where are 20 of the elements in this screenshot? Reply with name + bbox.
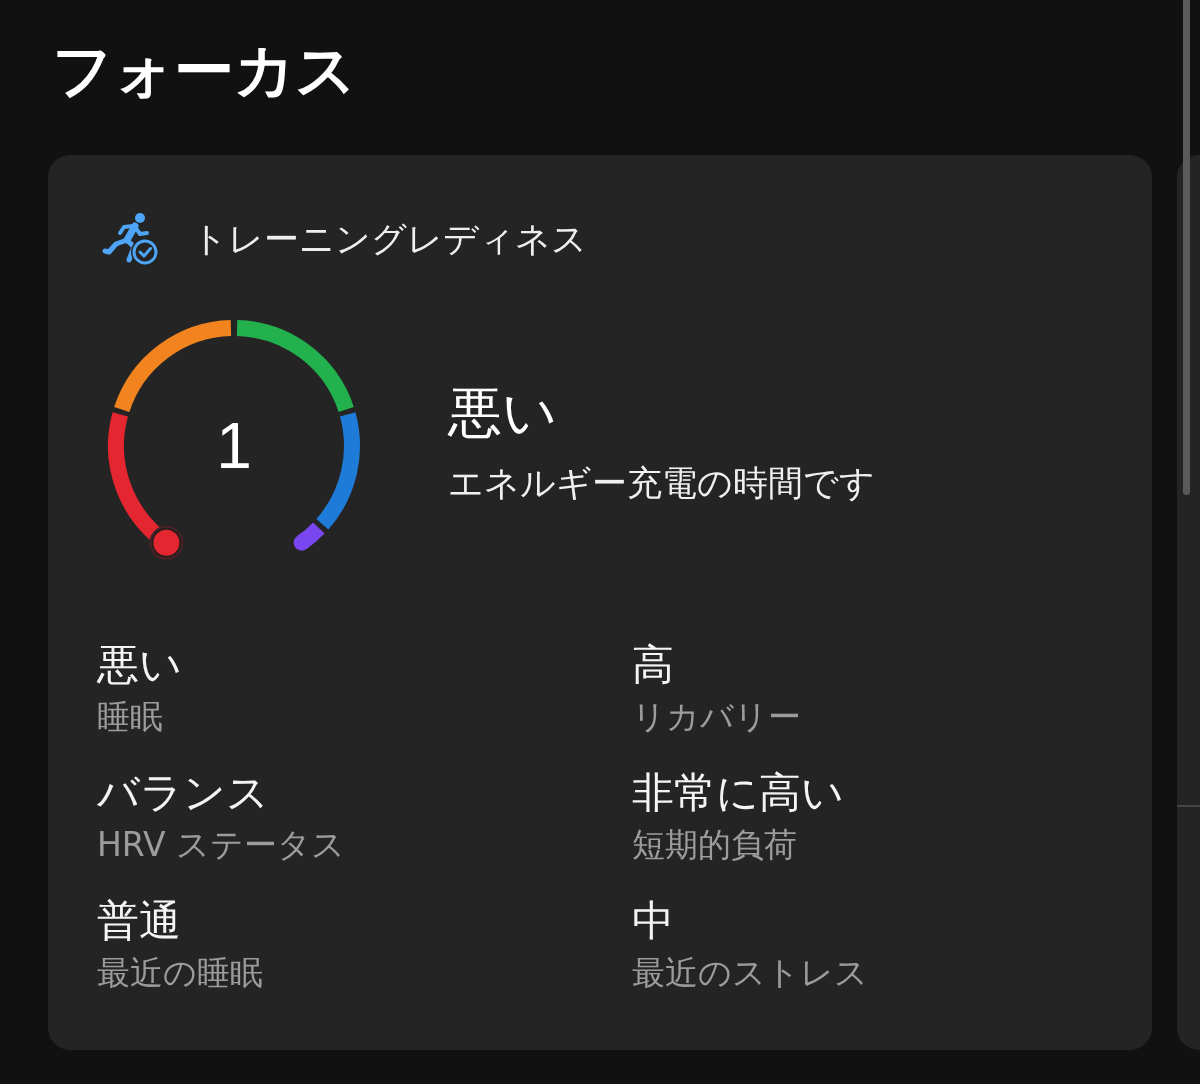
metric-label: 最近の睡眠	[97, 952, 263, 994]
metric-value: 高	[632, 640, 674, 690]
readiness-message: エネルギー充電の時間です	[448, 462, 875, 505]
metric-value: 中	[632, 896, 674, 946]
runner-icon	[102, 211, 160, 267]
page-title: フォーカス	[52, 34, 357, 106]
gauge-value: 1	[216, 410, 252, 482]
metric-value: 普通	[97, 896, 181, 946]
metric-value: 非常に高い	[632, 768, 844, 818]
metric-label: リカバリー	[632, 696, 801, 738]
card-title: トレーニングレディネス	[192, 218, 587, 261]
metric-label: 短期的負荷	[632, 824, 797, 866]
metric-value: 悪い	[97, 640, 182, 690]
readiness-status: 悪い	[448, 381, 557, 445]
metric-label: 睡眠	[97, 696, 163, 738]
metric-label: 最近のストレス	[632, 952, 868, 994]
metric-label: HRV ステータス	[97, 824, 345, 866]
readiness-card[interactable]: トレーニングレディネス 1 悪い エネルギー充電の時間です 悪い 睡眠 高 リカバリー バランス HRV ステータス 非常に高い 短期的負荷 普通 最近の睡眠 中 最近のストレス	[48, 155, 1152, 1050]
scrollbar-thumb[interactable]	[1183, 0, 1190, 495]
metric-value: バランス	[97, 768, 269, 818]
